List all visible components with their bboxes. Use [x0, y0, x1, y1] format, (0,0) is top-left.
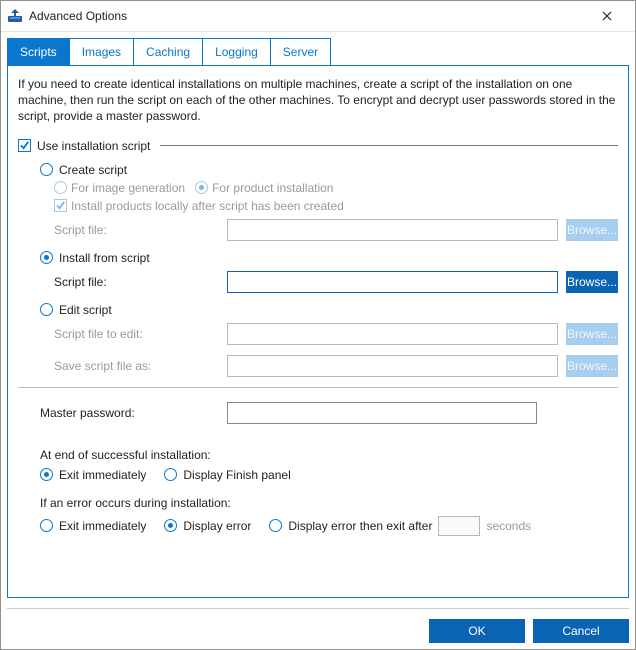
error-display-error-option[interactable]: Display error — [164, 519, 251, 533]
create-script-file-row: Script file: Browse... — [18, 219, 618, 241]
error-display-then-exit-radio[interactable] — [269, 519, 282, 532]
save-script-file-input — [227, 355, 558, 377]
for-image-generation-radio — [54, 181, 67, 194]
for-product-installation-option: For product installation — [195, 181, 333, 195]
create-script-label: Create script — [59, 163, 127, 177]
tab-server[interactable]: Server — [270, 38, 331, 65]
ok-button[interactable]: OK — [429, 619, 525, 643]
use-installation-script-checkbox[interactable] — [18, 139, 31, 152]
section-divider — [18, 387, 618, 388]
create-script-radio[interactable] — [40, 163, 53, 176]
save-script-browse-button: Browse... — [566, 355, 618, 377]
use-script-group-header: Use installation script — [18, 139, 618, 153]
create-script-browse-button: Browse... — [566, 219, 618, 241]
edit-script-radio[interactable] — [40, 303, 53, 316]
dialog-footer: OK Cancel — [7, 608, 629, 643]
edit-script-label: Edit script — [59, 303, 112, 317]
cancel-button[interactable]: Cancel — [533, 619, 629, 643]
app-icon — [7, 8, 23, 24]
tab-caching[interactable]: Caching — [133, 38, 203, 65]
edit-script-option[interactable]: Edit script — [18, 303, 618, 317]
success-options: Exit immediately Display Finish panel — [18, 468, 618, 482]
install-from-script-label: Install from script — [59, 251, 150, 265]
create-script-option[interactable]: Create script — [18, 163, 618, 177]
edit-script-file-input — [227, 323, 558, 345]
success-display-finish-option[interactable]: Display Finish panel — [164, 468, 290, 482]
for-product-installation-radio — [195, 181, 208, 194]
save-script-file-label: Save script file as: — [54, 359, 219, 373]
install-locally-label: Install products locally after script ha… — [71, 199, 344, 213]
create-script-suboptions: For image generation For product install… — [18, 181, 618, 213]
scripts-panel: If you need to create identical installa… — [7, 65, 629, 598]
error-display-then-exit-label: Display error then exit after — [288, 519, 432, 533]
install-locally-option: Install products locally after script ha… — [54, 199, 344, 213]
master-password-label: Master password: — [40, 406, 219, 420]
success-heading: At end of successful installation: — [18, 448, 618, 462]
for-product-installation-label: For product installation — [212, 181, 333, 195]
tab-scripts[interactable]: Scripts — [7, 38, 70, 65]
error-options: Exit immediately Display error Display e… — [18, 516, 618, 536]
install-script-browse-button[interactable]: Browse... — [566, 271, 618, 293]
master-password-row: Master password: — [18, 402, 618, 424]
window-title: Advanced Options — [29, 9, 585, 23]
for-image-generation-option: For image generation — [54, 181, 185, 195]
install-locally-checkbox — [54, 199, 67, 212]
seconds-label: seconds — [486, 519, 531, 533]
success-display-finish-label: Display Finish panel — [183, 468, 290, 482]
install-from-script-radio[interactable] — [40, 251, 53, 264]
master-password-input[interactable] — [227, 402, 537, 424]
titlebar: Advanced Options — [1, 1, 635, 32]
install-from-script-option[interactable]: Install from script — [18, 251, 618, 265]
create-script-file-input — [227, 219, 558, 241]
error-exit-immediately-option[interactable]: Exit immediately — [40, 519, 146, 533]
for-image-generation-label: For image generation — [71, 181, 185, 195]
install-script-file-row: Script file: Browse... — [18, 271, 618, 293]
save-script-file-row: Save script file as: Browse... — [18, 355, 618, 377]
intro-text: If you need to create identical installa… — [18, 76, 618, 125]
success-exit-immediately-label: Exit immediately — [59, 468, 146, 482]
error-exit-after-seconds-input — [438, 516, 480, 536]
install-script-file-label: Script file: — [54, 275, 219, 289]
advanced-options-dialog: Advanced Options Scripts Images Caching … — [0, 0, 636, 650]
error-display-error-label: Display error — [183, 519, 251, 533]
edit-script-file-label: Script file to edit: — [54, 327, 219, 341]
edit-script-browse-button: Browse... — [566, 323, 618, 345]
install-script-file-input[interactable] — [227, 271, 558, 293]
error-display-then-exit-option[interactable]: Display error then exit after seconds — [269, 516, 531, 536]
error-display-error-radio[interactable] — [164, 519, 177, 532]
error-exit-immediately-label: Exit immediately — [59, 519, 146, 533]
tab-images[interactable]: Images — [69, 38, 134, 65]
success-display-finish-radio[interactable] — [164, 468, 177, 481]
close-button[interactable] — [585, 2, 629, 30]
error-exit-immediately-radio[interactable] — [40, 519, 53, 532]
tab-logging[interactable]: Logging — [202, 38, 271, 65]
success-exit-immediately-radio[interactable] — [40, 468, 53, 481]
success-exit-immediately-option[interactable]: Exit immediately — [40, 468, 146, 482]
group-divider — [160, 145, 618, 146]
create-script-file-label: Script file: — [54, 223, 219, 237]
edit-script-file-row: Script file to edit: Browse... — [18, 323, 618, 345]
error-heading: If an error occurs during installation: — [18, 496, 618, 510]
use-installation-script-label: Use installation script — [37, 139, 150, 153]
tab-bar: Scripts Images Caching Logging Server — [7, 38, 629, 65]
